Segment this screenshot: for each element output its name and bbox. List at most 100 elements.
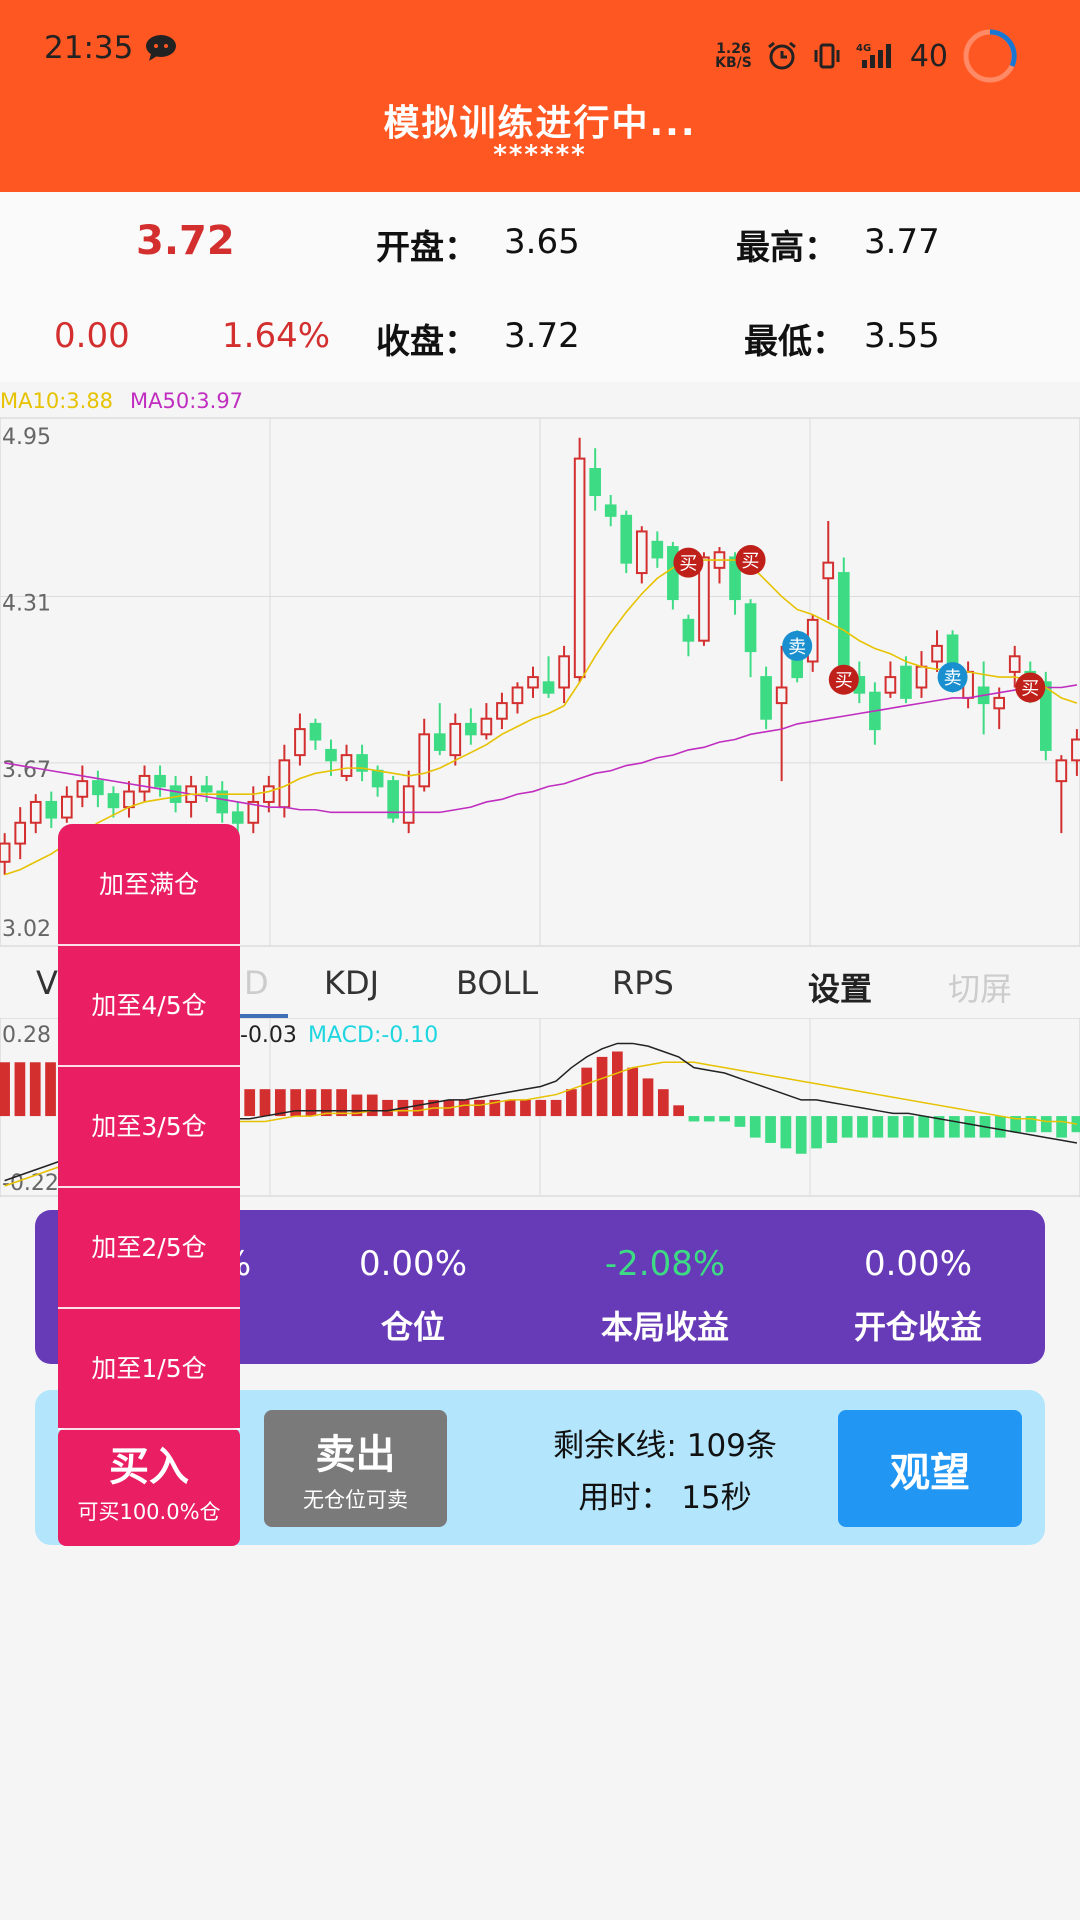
macd-bar [29,1062,41,1117]
tab-kdj[interactable]: KDJ [324,964,379,1002]
macd-bar [259,1089,271,1117]
trade-marker-label: 买 [679,554,697,575]
candle-body [900,665,912,699]
menu-three-fifths[interactable]: 加至3/5仓 [58,1066,240,1184]
candle-body [14,821,27,845]
close-label: 收盘： [376,322,478,362]
status-time: 21:35 [44,30,134,66]
trade-marker-label: 买 [835,671,853,692]
menu-four-fifths[interactable]: 加至4/5仓 [58,945,240,1063]
sell-button[interactable]: 卖出 无仓位可卖 [264,1410,447,1527]
macd-bar [749,1116,761,1138]
trade-marker-label: 买 [1021,679,1039,700]
tab-rps[interactable]: RPS [612,964,674,1002]
candle-body [169,785,182,803]
vibrate-icon [814,43,840,69]
menu-two-fifths[interactable]: 加至2/5仓 [58,1187,240,1305]
macd-bar [642,1078,654,1117]
tab-boll[interactable]: BOLL [456,964,538,1002]
sell-label: 卖出 [315,1432,396,1478]
buy-label: 买入 [109,1444,189,1490]
macd-bar [474,1099,485,1117]
trade-marker-label: 卖 [944,668,962,689]
macd-bar [657,1089,669,1117]
candle-body [138,774,151,793]
macd-bar [458,1099,470,1117]
alarm-icon [767,41,796,70]
macd-legend-entry: -0.03 [240,1023,297,1048]
battery-level: 40 [909,38,948,74]
macd-bar [673,1105,684,1117]
page-title: 模拟训练进行中... [383,103,697,144]
candle-body [1055,759,1068,783]
candle-body [620,514,633,564]
macd-bar [612,1051,623,1117]
battery-ring-icon [963,29,1017,83]
macd-bar [795,1116,807,1154]
macd-bar [14,1062,26,1117]
macd-bar [1056,1116,1067,1138]
candle-body [744,603,757,653]
macd-bar [994,1116,1006,1138]
candle-body [294,728,306,757]
candle-body [496,702,508,720]
high-value: 3.77 [864,222,940,262]
candle-body [29,800,42,824]
quote-panel: 3.72 开盘： 3.65 最高： 3.77 0.00 1.64% 收盘： 3.… [0,192,1080,382]
macd-bar [703,1116,715,1122]
candle-body [775,686,788,705]
candle-body [465,722,477,736]
macd-bar [366,1094,378,1117]
watch-button[interactable]: 观望 [838,1410,1022,1527]
macd-bar [857,1116,868,1138]
macd-bar [811,1116,822,1149]
price-change: 0.00 [54,316,130,356]
tab-macd[interactable]: D [244,964,269,1002]
macd-bar [826,1116,838,1143]
status-bar-left: 21:35 [44,30,181,66]
candle-body [61,795,73,819]
y-tick-label: 4.95 [2,425,51,450]
candle-body [635,530,648,575]
candle-body [760,676,772,720]
position-label: 仓位 [380,1308,445,1346]
settings-button[interactable]: 设置 [808,964,872,1010]
sell-sublabel: 无仓位可卖 [303,1488,408,1512]
position-value: 0.00% [358,1244,467,1284]
y-tick-label: 4.31 [2,591,51,616]
macd-bar [45,1062,56,1117]
tab-vol[interactable]: V [36,964,58,1002]
candle-body [480,717,493,736]
switch-screen-button[interactable]: 切屏 [948,964,1012,1010]
candle-body [123,790,135,809]
candle-body [263,785,275,803]
net-speed: 1.26 KB/S [715,41,752,71]
low-value: 3.55 [864,316,940,356]
candle-body [884,676,897,694]
buy-button[interactable]: 买入 可买100.0%仓 [58,1428,240,1546]
macd-bar [627,1067,639,1117]
macd-legend-entry: MACD:-0.10 [308,1023,438,1048]
open-return-value: 0.00% [863,1244,972,1284]
candle-body [231,811,244,824]
round-return-label: 本局收益 [600,1308,729,1346]
candle-body [402,785,415,824]
macd-bar [566,1089,577,1117]
buy-sublabel: 可买100.0%仓 [77,1500,221,1524]
open-return-label: 开仓收益 [853,1308,982,1346]
current-price: 3.72 [136,218,235,264]
candle-body [511,686,524,705]
candle-body [107,793,120,809]
macd-bar [535,1099,547,1117]
candle-body [993,696,1006,710]
candle-body [45,800,58,819]
trade-marker-label: 卖 [788,637,806,658]
macd-bar [872,1116,884,1138]
macd-bar [412,1099,424,1117]
candle-body [682,618,695,642]
menu-full-position[interactable]: 加至满仓 [58,824,240,942]
candle-body [92,780,104,796]
position-menu: 加至满仓 加至4/5仓 加至3/5仓 加至2/5仓 加至1/5仓 [58,824,240,1428]
status-bar-right: 1.26 KB/S 4G 40 [715,28,1018,84]
menu-one-fifth[interactable]: 加至1/5仓 [58,1308,240,1426]
